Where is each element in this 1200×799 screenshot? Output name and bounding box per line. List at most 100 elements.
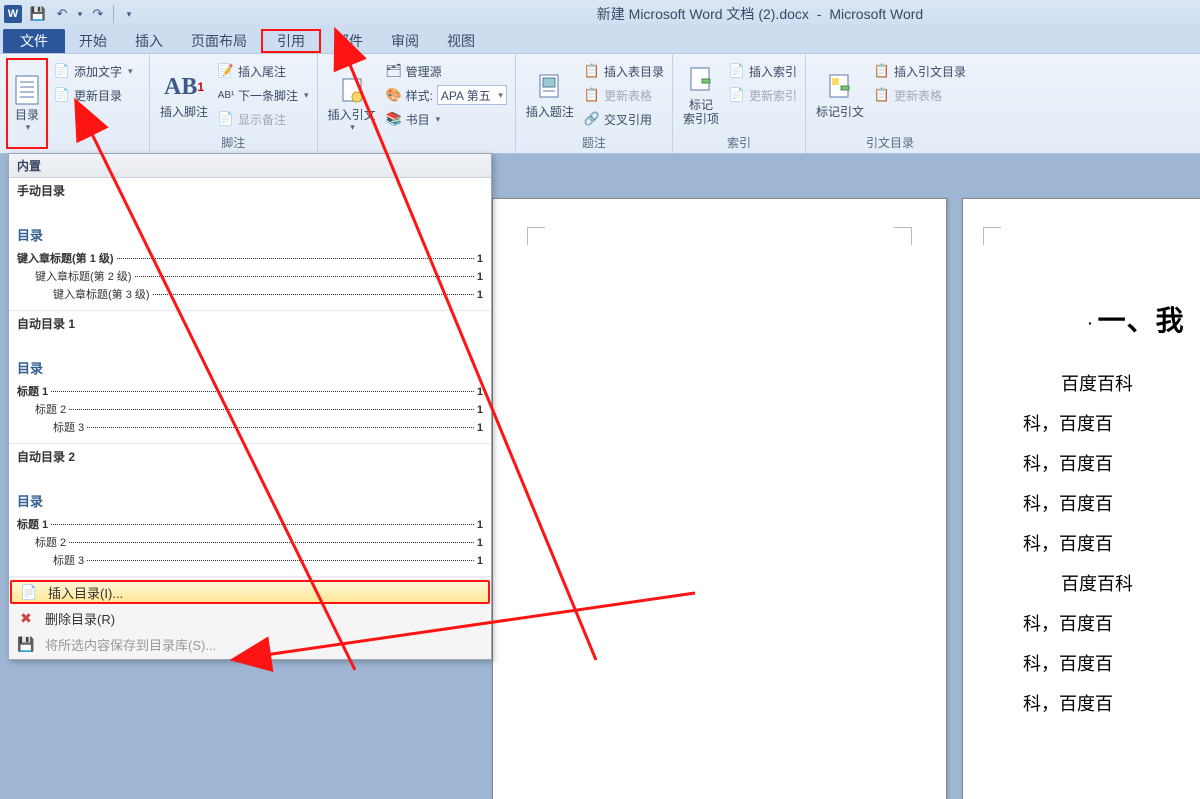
- toc-line: 标题 31: [17, 419, 483, 435]
- next-footnote-icon: AB¹: [218, 87, 234, 103]
- mark-index-label1: 标记: [689, 98, 713, 112]
- bibliography-label: 书目: [406, 111, 430, 128]
- template-title: 手动目录: [17, 182, 483, 199]
- mark-citation-button[interactable]: 标记引文: [812, 58, 868, 132]
- table-figures-icon: 📋: [584, 63, 600, 79]
- ribbon-group-authorities-label: 引文目录: [812, 132, 968, 151]
- toc-heading: 目录: [17, 358, 483, 377]
- tab-home[interactable]: 开始: [65, 29, 121, 53]
- footnote-icon: AB1: [168, 71, 200, 103]
- page-2[interactable]: ·一、我 百度百科 科，百度百 科，百度百 科，百度百 科，百度百 百度百科 科…: [962, 198, 1200, 799]
- update-toc-button[interactable]: 📄 更新目录: [52, 84, 135, 106]
- tab-file[interactable]: 文件: [3, 29, 65, 53]
- tab-review[interactable]: 审阅: [377, 29, 433, 53]
- ribbon-group-label: [6, 149, 143, 151]
- insert-citation-button[interactable]: 插入引文 ▾: [324, 58, 380, 149]
- remove-toc-menu-item[interactable]: ✖ 删除目录(R): [9, 605, 491, 631]
- update-index-icon: 📄: [729, 87, 745, 103]
- style-label: 样式:: [406, 87, 433, 104]
- update-toc-icon: 📄: [54, 87, 70, 103]
- document-icon: 📄: [20, 584, 38, 601]
- insert-endnote-button[interactable]: 📝 插入尾注: [216, 60, 311, 82]
- mark-index-label2: 索引项: [683, 112, 719, 126]
- chevron-down-icon: ▾: [436, 114, 441, 125]
- insert-index-button[interactable]: 📄 插入索引: [727, 60, 799, 82]
- tab-insert[interactable]: 插入: [121, 29, 177, 53]
- toc-line: 标题 11: [17, 516, 483, 532]
- page-1[interactable]: [492, 198, 947, 799]
- toc-template-auto1[interactable]: 自动目录 1 目录 标题 11 标题 21 标题 31: [9, 311, 491, 444]
- tab-mail[interactable]: 邮件: [321, 29, 377, 53]
- show-notes-icon: 📄: [218, 111, 234, 127]
- chevron-down-icon: ▾: [498, 90, 503, 101]
- update-table-button: 📋 更新表格: [582, 84, 666, 106]
- document-body: 百度百科 科，百度百 科，百度百 科，百度百 科，百度百 百度百科 科，百度百 …: [1023, 364, 1200, 724]
- ribbon-group-authorities: 标记引文 📋 插入引文目录 📋 更新表格 引文目录: [806, 54, 974, 153]
- toc-line: 标题 21: [17, 534, 483, 550]
- margin-corner: [894, 227, 912, 245]
- insert-index-icon: 📄: [729, 63, 745, 79]
- mark-index-icon: [685, 64, 717, 96]
- tab-references[interactable]: 引用: [261, 29, 321, 53]
- insert-toc-label: 插入目录(I)...: [48, 583, 123, 602]
- update-authorities-icon: 📋: [874, 87, 890, 103]
- toc-template-auto2[interactable]: 自动目录 2 目录 标题 11 标题 21 标题 31: [9, 444, 491, 577]
- show-notes-button: 📄 显示备注: [216, 108, 311, 130]
- update-index-button: 📄 更新索引: [727, 84, 799, 106]
- undo-dropdown-icon[interactable]: ▾: [75, 3, 85, 25]
- insert-toc-menu-item[interactable]: 📄 插入目录(I)...: [10, 580, 490, 604]
- insert-footnote-button[interactable]: AB1 插入脚注: [156, 58, 212, 132]
- cross-reference-button[interactable]: 🔗 交叉引用: [582, 108, 666, 130]
- qat-customize-icon[interactable]: ▾: [118, 3, 140, 25]
- insert-authorities-label: 插入引文目录: [894, 63, 966, 80]
- toc-line: 标题 31: [17, 552, 483, 568]
- ribbon: 目录 ▾ 📄 添加文字 ▾ 📄 更新目录 AB1 插入脚注: [0, 54, 1200, 154]
- insert-table-figures-label: 插入表目录: [604, 63, 664, 80]
- redo-icon[interactable]: ↷: [87, 3, 109, 25]
- tab-view[interactable]: 视图: [433, 29, 489, 53]
- save-gallery-icon: 💾: [17, 636, 35, 653]
- insert-table-figures-button[interactable]: 📋 插入表目录: [582, 60, 666, 82]
- remove-toc-label: 删除目录(R): [45, 609, 115, 628]
- mark-citation-label: 标记引文: [816, 105, 864, 119]
- insert-authorities-button[interactable]: 📋 插入引文目录: [872, 60, 968, 82]
- manage-sources-button[interactable]: 🗂 管理源: [384, 60, 509, 82]
- qat-separator: [113, 5, 114, 23]
- insert-endnote-label: 插入尾注: [238, 63, 286, 80]
- ribbon-group-label: [324, 149, 509, 151]
- insert-citation-label: 插入引文: [328, 108, 376, 122]
- toc-line: 标题 11: [17, 383, 483, 399]
- update-index-label: 更新索引: [749, 87, 797, 104]
- add-text-button[interactable]: 📄 添加文字 ▾: [52, 60, 135, 82]
- undo-icon[interactable]: ↶: [51, 3, 73, 25]
- ribbon-group-footnote-label: 脚注: [156, 132, 311, 151]
- ribbon-group-footnote: AB1 插入脚注 📝 插入尾注 AB¹ 下一条脚注 ▾ 📄 显示备注 脚: [150, 54, 318, 153]
- insert-caption-button[interactable]: 插入题注: [522, 58, 578, 132]
- toc-heading: 目录: [17, 491, 483, 510]
- chevron-down-icon: ▾: [304, 90, 309, 101]
- ribbon-group-index: 标记 索引项 📄 插入索引 📄 更新索引 索引: [673, 54, 806, 153]
- save-icon[interactable]: 💾: [27, 3, 49, 25]
- mark-index-button[interactable]: 标记 索引项: [679, 58, 723, 132]
- bibliography-icon: 📚: [386, 111, 402, 127]
- next-footnote-button[interactable]: AB¹ 下一条脚注 ▾: [216, 84, 311, 106]
- save-to-gallery-menu-item: 💾 将所选内容保存到目录库(S)...: [9, 631, 491, 657]
- ribbon-group-caption: 插入题注 📋 插入表目录 📋 更新表格 🔗 交叉引用 题注: [516, 54, 673, 153]
- insert-index-label: 插入索引: [749, 63, 797, 80]
- toc-line: 键入章标题(第 1 级)1: [17, 250, 483, 266]
- toc-button[interactable]: 目录 ▾: [6, 58, 48, 149]
- delete-icon: ✖: [17, 610, 35, 627]
- update-toc-label: 更新目录: [74, 87, 122, 104]
- style-select[interactable]: APA 第五 ▾: [437, 85, 507, 105]
- margin-corner: [983, 227, 1001, 245]
- tab-layout[interactable]: 页面布局: [177, 29, 261, 53]
- save-to-gallery-label: 将所选内容保存到目录库(S)...: [45, 635, 216, 654]
- insert-caption-label: 插入题注: [526, 105, 574, 119]
- bibliography-button[interactable]: 📚 书目 ▾: [384, 108, 509, 130]
- cross-reference-label: 交叉引用: [604, 111, 652, 128]
- ribbon-group-caption-label: 题注: [522, 132, 666, 151]
- update-authorities-label: 更新表格: [894, 87, 942, 104]
- next-footnote-label: 下一条脚注: [238, 87, 298, 104]
- show-notes-label: 显示备注: [238, 111, 286, 128]
- toc-template-manual[interactable]: 手动目录 目录 键入章标题(第 1 级)1 键入章标题(第 2 级)1 键入章标…: [9, 178, 491, 311]
